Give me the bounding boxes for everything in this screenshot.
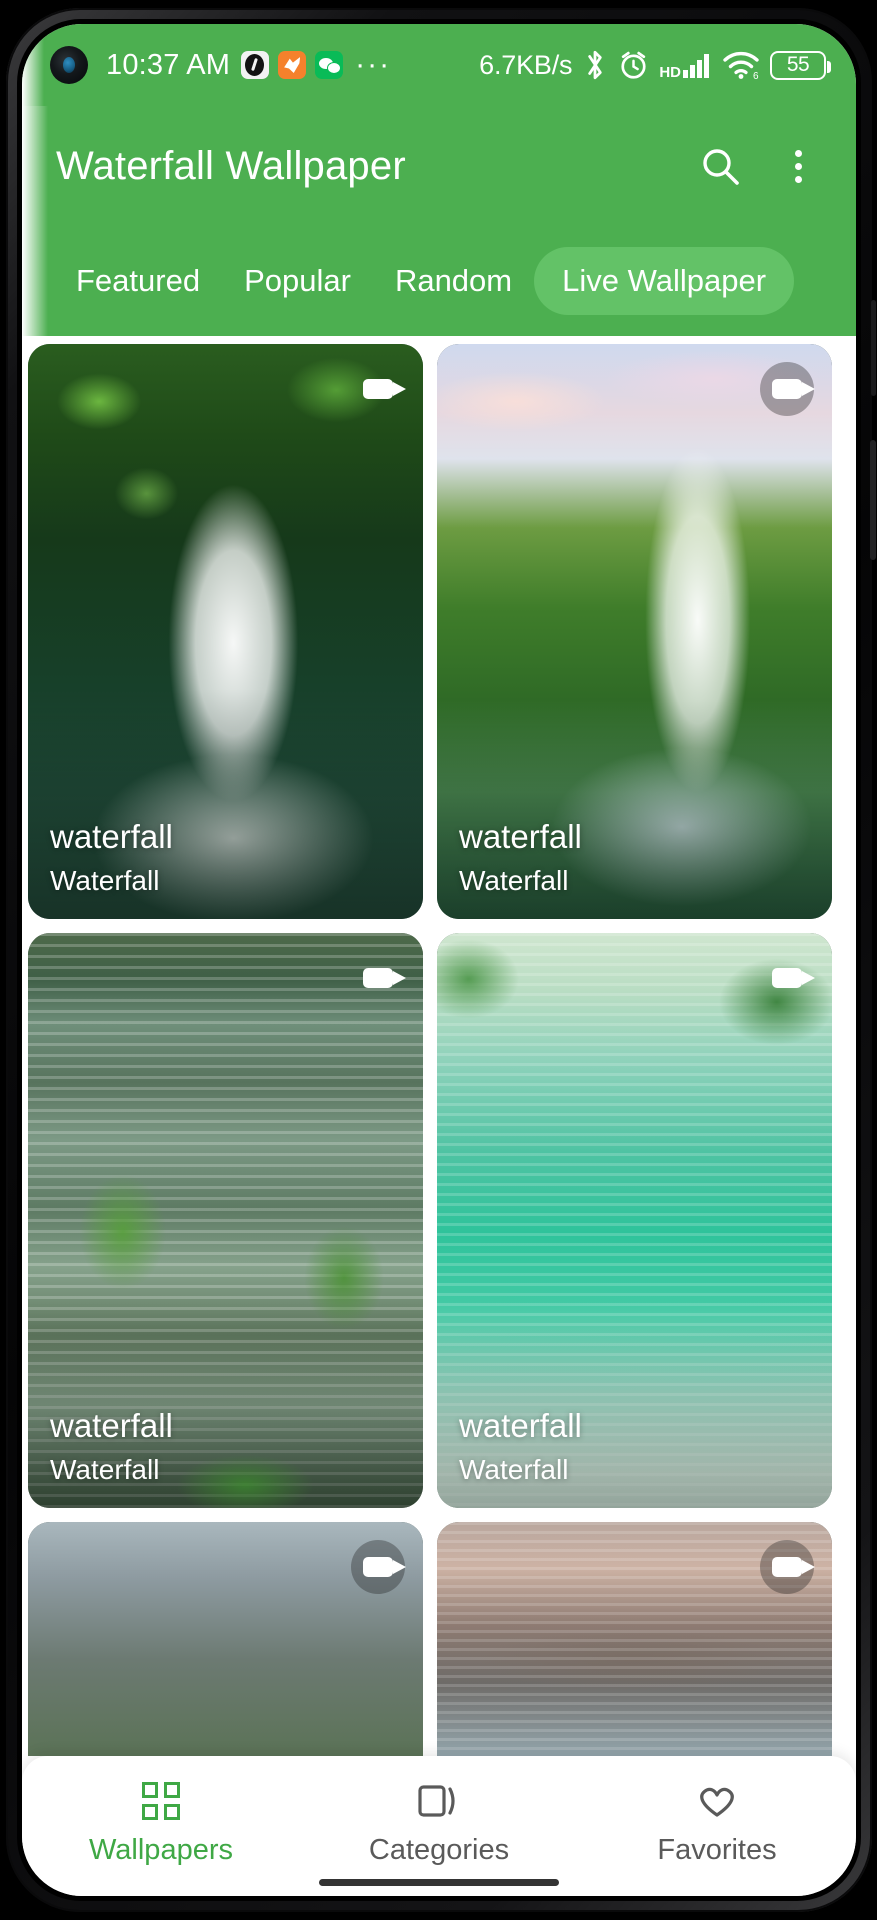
wallpaper-card-labels: waterfall Waterfall <box>459 818 810 897</box>
app-notification-wechat-icon <box>315 51 344 79</box>
phone-frame: 10:37 AM ··· 6.7KB/s HD 6 55 Waterfall W… <box>0 0 877 1920</box>
wallpaper-title: waterfall <box>459 818 582 856</box>
wallpaper-card[interactable]: waterfall Waterfall <box>437 933 832 1508</box>
network-speed-label: 6.7KB/s <box>479 49 573 80</box>
hd-label: HD <box>659 64 681 81</box>
volume-button[interactable] <box>871 300 876 396</box>
gesture-navigation-bar[interactable] <box>319 1879 559 1886</box>
video-icon <box>760 1540 815 1594</box>
notification-icons <box>241 51 344 79</box>
video-icon <box>351 951 406 1005</box>
nav-label-categories: Categories <box>368 1834 510 1866</box>
nav-label-wallpapers: Wallpapers <box>89 1834 233 1866</box>
overflow-menu-button[interactable] <box>774 142 822 190</box>
wallpaper-card-labels: waterfall Waterfall <box>459 1407 810 1486</box>
status-bar-right-group: 6.7KB/s HD 6 55 <box>479 49 831 81</box>
tab-random[interactable]: Random <box>373 247 534 315</box>
nav-item-favorites[interactable]: Favorites <box>578 1778 856 1867</box>
wallpaper-card[interactable] <box>437 1522 832 1756</box>
wallpaper-title: waterfall <box>459 1407 582 1445</box>
alarm-icon <box>621 51 646 79</box>
wallpaper-category: Waterfall <box>50 865 160 896</box>
status-bar: 10:37 AM ··· 6.7KB/s HD 6 55 <box>22 24 856 106</box>
cellular-signal-icon: HD <box>659 51 712 81</box>
kebab-menu-icon <box>794 149 802 183</box>
search-icon <box>703 149 739 185</box>
video-icon <box>351 362 406 416</box>
tab-featured[interactable]: Featured <box>54 247 222 315</box>
camera-punch-hole-icon <box>50 46 88 84</box>
tab-live-wallpaper[interactable]: Live Wallpaper <box>534 247 795 315</box>
more-notifications-icon: ··· <box>355 48 392 81</box>
app-bar: Waterfall Wallpaper <box>22 106 856 226</box>
categories-icon <box>416 1778 462 1824</box>
wallpaper-title: waterfall <box>50 818 173 856</box>
video-icon <box>760 951 815 1005</box>
battery-icon: 55 <box>770 50 831 80</box>
wallpaper-title: waterfall <box>50 1407 173 1445</box>
wifi-icon: 6 <box>723 51 759 80</box>
wallpaper-card-labels: waterfall Waterfall <box>50 818 401 897</box>
phone-screen: 10:37 AM ··· 6.7KB/s HD 6 55 Waterfall W… <box>22 24 856 1896</box>
app-notification-dark-icon <box>241 51 270 79</box>
page-title: Waterfall Wallpaper <box>56 143 406 188</box>
search-button[interactable] <box>696 142 744 190</box>
wallpaper-card[interactable]: waterfall Waterfall <box>28 933 423 1508</box>
tab-bar: Featured Popular Random Live Wallpaper <box>22 226 856 336</box>
nav-item-wallpapers[interactable]: Wallpapers <box>22 1778 300 1867</box>
wallpaper-card[interactable]: waterfall Waterfall <box>437 344 832 919</box>
wallpaper-category: Waterfall <box>459 865 569 896</box>
bluetooth-icon <box>588 50 603 80</box>
wallpaper-card-labels: waterfall Waterfall <box>50 1407 401 1486</box>
bottom-navigation-bar: Wallpapers Categories Favorites <box>22 1756 856 1896</box>
nav-label-favorites: Favorites <box>657 1834 777 1866</box>
wallpaper-card[interactable]: waterfall Waterfall <box>28 344 423 919</box>
wallpaper-card[interactable] <box>28 1522 423 1756</box>
wallpaper-grid[interactable]: waterfall Waterfall waterfall Waterfall … <box>22 336 856 1756</box>
heart-icon <box>694 1778 740 1824</box>
battery-level-label: 55 <box>786 53 810 76</box>
wallpaper-category: Waterfall <box>50 1454 160 1485</box>
svg-text:6: 6 <box>753 71 759 80</box>
status-bar-clock: 10:37 AM <box>106 48 231 81</box>
nav-item-categories[interactable]: Categories <box>300 1778 578 1867</box>
power-button[interactable] <box>870 440 876 560</box>
video-icon <box>351 1540 406 1594</box>
tab-popular[interactable]: Popular <box>222 247 373 315</box>
app-notification-orange-icon <box>278 51 307 79</box>
app-bar-actions <box>696 142 822 190</box>
wallpaper-category: Waterfall <box>459 1454 569 1485</box>
video-icon <box>760 362 815 416</box>
grid-icon <box>138 1778 184 1824</box>
